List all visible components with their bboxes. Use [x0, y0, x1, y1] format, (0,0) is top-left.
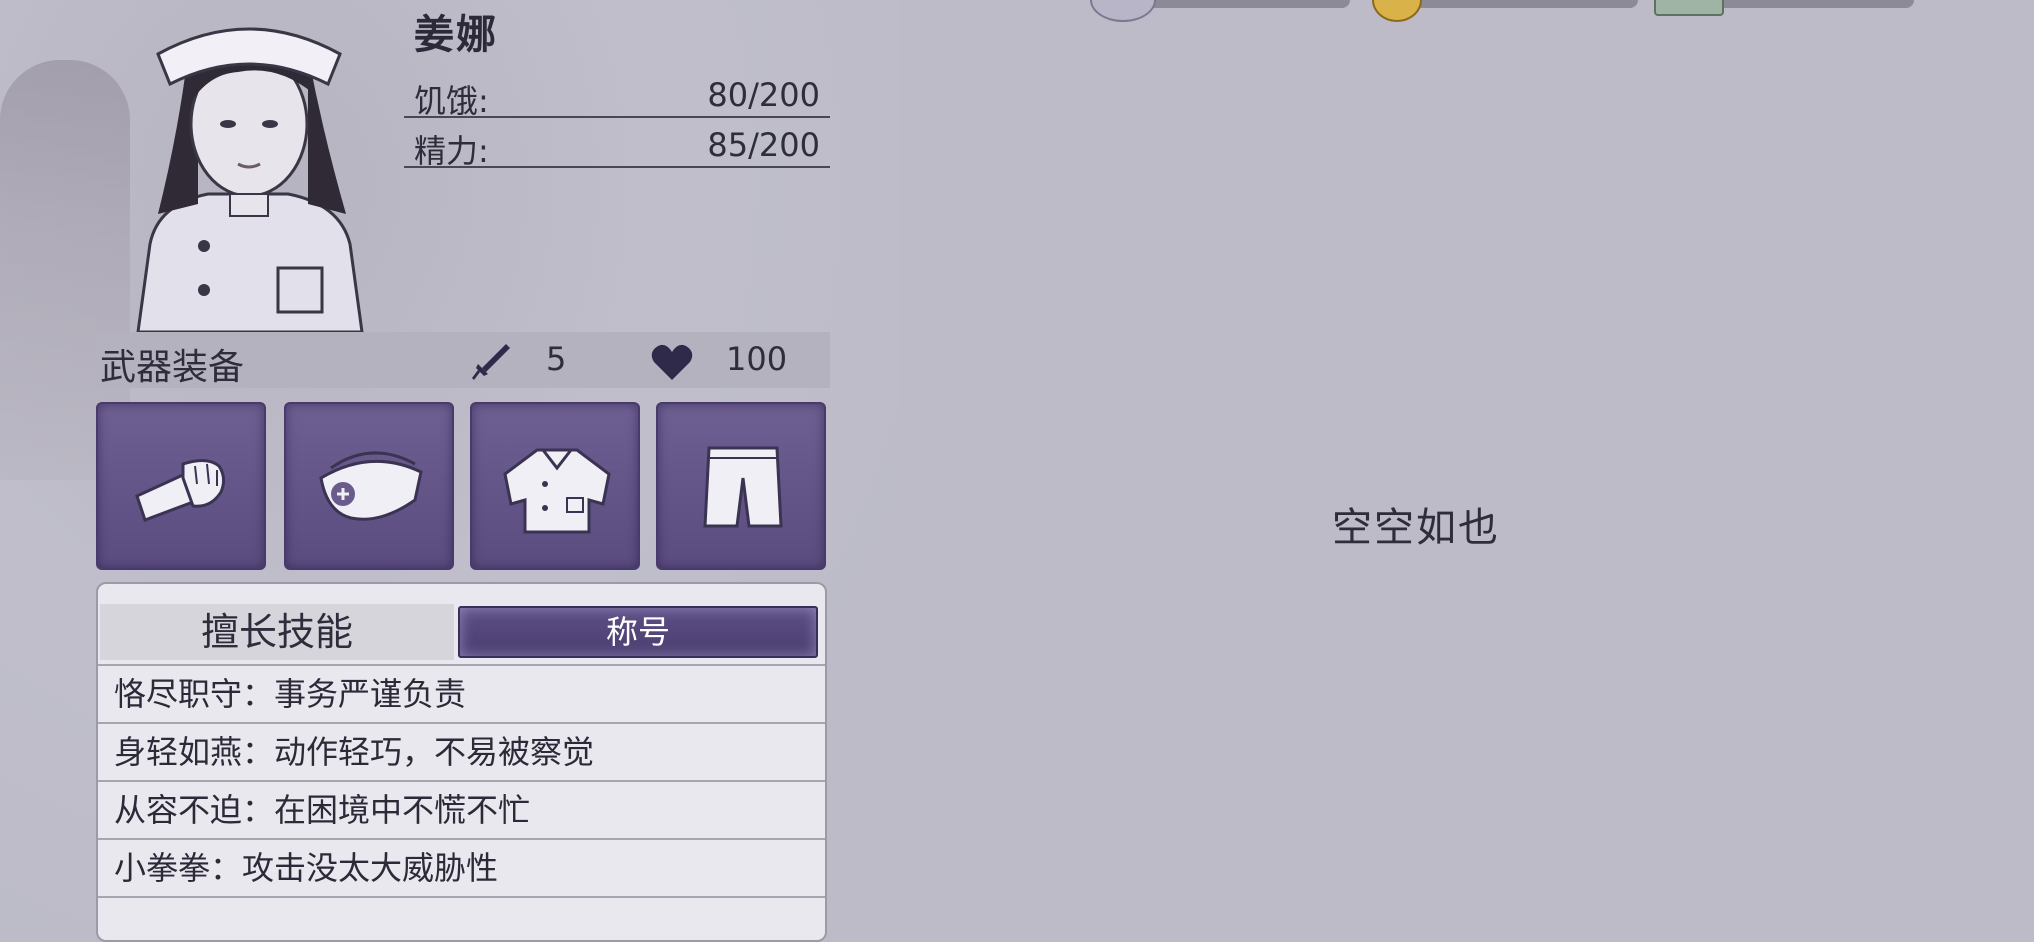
gold-coin-icon [1372, 0, 1422, 22]
list-item: 从容不迫：在困境中不慌不忙 [98, 780, 825, 836]
head-slot[interactable] [284, 402, 454, 570]
character-portrait [136, 27, 364, 332]
list-item-empty [98, 896, 825, 940]
legs-slot[interactable] [656, 402, 826, 570]
equipment-title: 武器装备 [100, 347, 245, 388]
list-item: 恪尽职守：事务严谨负责 [98, 664, 825, 720]
character-name: 姜娜 [414, 12, 498, 58]
heart-icon [651, 344, 693, 380]
coin-stack-icon [1090, 0, 1156, 22]
list-item: 小拳拳：攻击没太大威胁性 [98, 838, 825, 894]
energy-value: 85/200 [707, 126, 820, 164]
weapon-slot[interactable] [96, 402, 266, 570]
energy-label: 精力: [414, 132, 489, 170]
hunger-stat: 饥饿: 80/200 [404, 72, 830, 120]
equipment-header: 武器装备 5 100 [96, 332, 830, 388]
sword-icon [472, 344, 510, 380]
tab-skills[interactable]: 擅长技能 [100, 604, 454, 660]
skills-panel: 擅长技能 称号 恪尽职守：事务严谨负责 身轻如燕：动作轻巧，不易被察觉 从容不迫… [96, 582, 827, 942]
fist-icon [135, 459, 226, 522]
nurse-cap-icon [319, 451, 423, 521]
attack-value: 5 [546, 340, 567, 378]
hunger-value: 80/200 [707, 76, 820, 114]
cash-icon [1654, 0, 1724, 16]
inventory-empty-text: 空空如也 [1332, 505, 1500, 551]
body-slot[interactable] [470, 402, 640, 570]
list-item: 身轻如燕：动作轻巧，不易被察觉 [98, 722, 825, 778]
shorts-icon [703, 446, 783, 528]
energy-stat: 精力: 85/200 [404, 122, 830, 170]
hunger-label: 饥饿: [414, 82, 489, 120]
nurse-shirt-icon [503, 448, 611, 534]
health-value: 100 [726, 340, 788, 378]
tab-title[interactable]: 称号 [458, 606, 818, 658]
